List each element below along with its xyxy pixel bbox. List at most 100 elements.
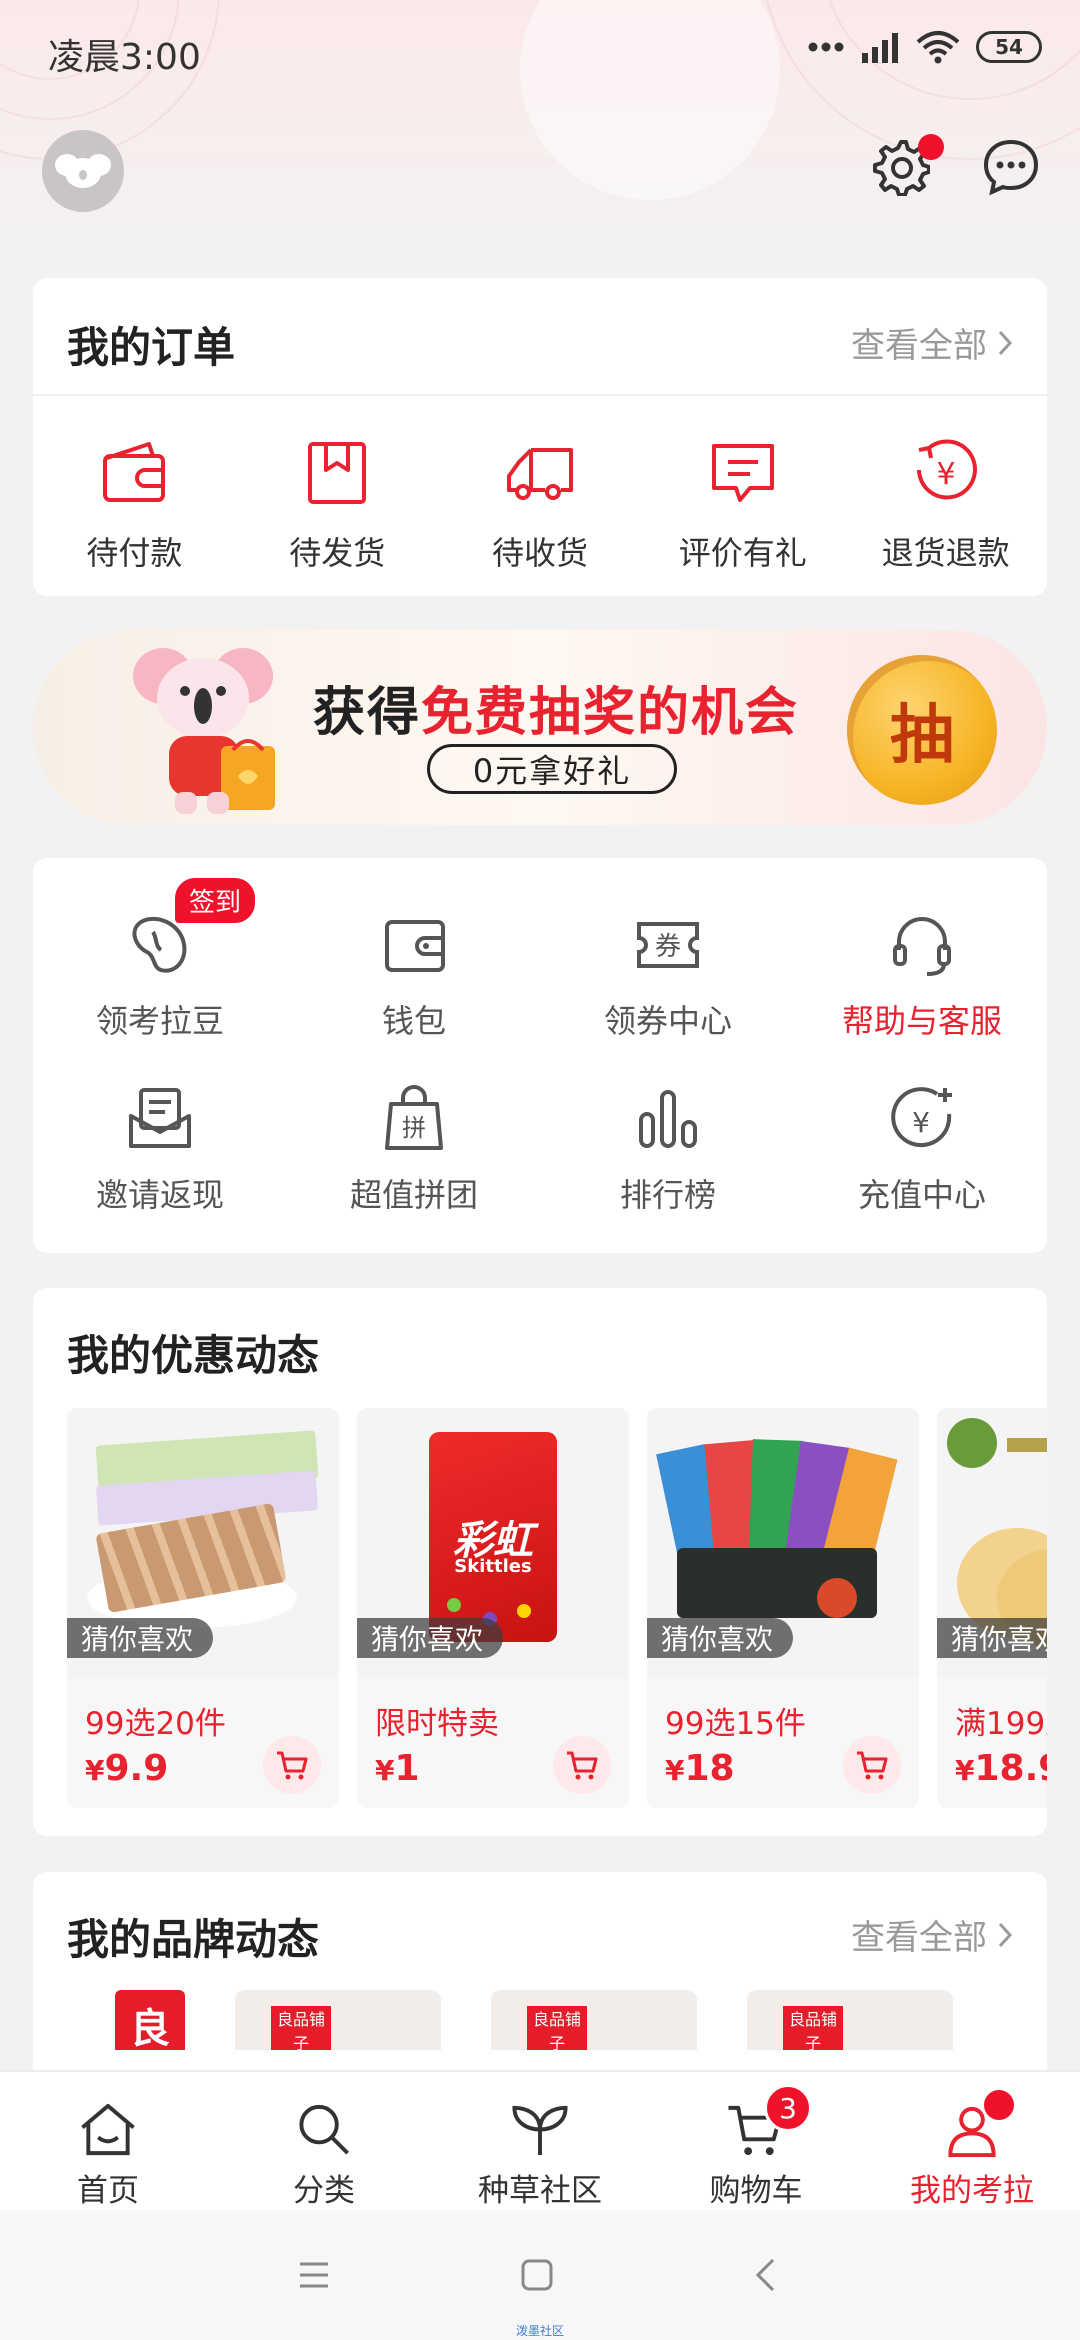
- nav-home-button[interactable]: [512, 2250, 562, 2300]
- order-label: 待发货: [289, 534, 386, 572]
- tab-label: 种草社区: [478, 2173, 602, 2209]
- messages-button[interactable]: [976, 132, 1046, 202]
- service-invite-cashback[interactable]: 邀请返现: [33, 1084, 287, 1216]
- orders-title: 我的订单: [67, 323, 236, 372]
- brand-product-thumb[interactable]: 良品铺子: [747, 1990, 953, 2050]
- tab-home[interactable]: 首页: [0, 2072, 216, 2210]
- service-coupon-center[interactable]: 券 领券中心: [541, 910, 795, 1042]
- wifi-icon: [916, 31, 960, 64]
- menu-icon: [300, 2262, 328, 2288]
- brand-carousel[interactable]: 良 良品铺子 良品铺子 良品铺子: [67, 1990, 1047, 2050]
- service-label: 领考拉豆: [95, 1002, 224, 1040]
- tab-community[interactable]: 种草社区: [432, 2072, 648, 2210]
- comment-icon: [711, 444, 774, 502]
- promo-headline-highlight: 免费抽奖的机会: [421, 683, 800, 743]
- order-label: 待收货: [491, 534, 588, 572]
- search-icon: [299, 2104, 349, 2155]
- deal-card[interactable]: 彩虹 Skittles 猜你喜欢 限时特卖 ¥1: [357, 1408, 629, 1808]
- order-review[interactable]: 评价有礼: [641, 436, 844, 574]
- profile-notification-dot: [984, 2090, 1014, 2120]
- koala-avatar-icon: [55, 154, 111, 188]
- system-navigation-bar: 泼墨社区: [0, 2210, 1080, 2340]
- order-refund[interactable]: ¥ 退货退款: [844, 436, 1047, 574]
- order-to-receive[interactable]: 待收货: [439, 436, 642, 574]
- tab-label: 分类: [293, 2173, 355, 2209]
- divider: [33, 394, 1047, 396]
- brands-view-all-label: 查看全部: [851, 1918, 987, 1958]
- brands-view-all-link[interactable]: 查看全部: [851, 1910, 1013, 1959]
- headset-icon: [893, 917, 951, 976]
- service-label: 充值中心: [857, 1176, 986, 1214]
- guess-you-like-tag: 猜你喜欢: [937, 1618, 1047, 1658]
- deal-card[interactable]: 猜你喜欢 99选20件 ¥9.9: [67, 1408, 339, 1808]
- coupon-icon-text: 券: [655, 932, 681, 962]
- orders-view-all-label: 查看全部: [851, 326, 987, 366]
- guess-you-like-tag: 猜你喜欢: [67, 1618, 214, 1658]
- deal-price-value: 18.9: [974, 1748, 1047, 1789]
- settings-button[interactable]: [866, 132, 944, 202]
- deals-title: 我的优惠动态: [67, 1331, 320, 1380]
- brand-product-thumb[interactable]: 良品铺子: [491, 1990, 697, 2050]
- order-label: 待付款: [86, 534, 183, 572]
- tab-category[interactable]: 分类: [216, 2072, 432, 2210]
- service-help-support[interactable]: 帮助与客服: [795, 910, 1049, 1042]
- deal-price-value: 18: [684, 1748, 735, 1789]
- brand-product-thumb[interactable]: 良品铺子: [235, 1990, 441, 2050]
- chevron-right-icon: [998, 1922, 1013, 1947]
- tab-label: 我的考拉: [910, 2173, 1034, 2209]
- orders-card: 我的订单 查看全部 待付款 待发货 待收货 评价有礼 ¥ 退货退款: [33, 278, 1047, 596]
- cart-icon: [567, 1751, 598, 1780]
- group-bag-icon-text: 拼: [402, 1114, 426, 1142]
- tab-my-kaola[interactable]: 我的考拉: [864, 2072, 1080, 2210]
- deal-card[interactable]: 猜你喜欢 满199减 ¥18.9: [937, 1408, 1047, 1808]
- deal-price: ¥18: [665, 1748, 735, 1789]
- add-to-cart-button[interactable]: [843, 1736, 901, 1794]
- nav-back-button[interactable]: [740, 2250, 790, 2300]
- status-bar: 凌晨3:00 54: [0, 0, 1080, 100]
- deals-card: 我的优惠动态 猜你喜欢 99选20件 ¥9.9 彩虹 Skittles 猜你喜欢…: [33, 1288, 1047, 1836]
- promo-headline-prefix: 获得: [313, 683, 422, 743]
- tab-cart[interactable]: 购物车 3: [648, 2072, 864, 2210]
- avatar[interactable]: [42, 130, 124, 212]
- group-bag-icon: 拼: [385, 1085, 443, 1150]
- deals-carousel[interactable]: 猜你喜欢 99选20件 ¥9.9 彩虹 Skittles 猜你喜欢 限时特卖 ¥…: [67, 1408, 1047, 1808]
- service-wallet[interactable]: 钱包: [287, 910, 541, 1042]
- battery-indicator: 54: [976, 31, 1042, 63]
- service-koala-beans[interactable]: 领考拉豆: [33, 910, 287, 1042]
- order-to-ship[interactable]: 待发货: [236, 436, 439, 574]
- wallet-icon: [103, 442, 166, 502]
- deal-currency: ¥: [955, 1754, 975, 1787]
- package-icon: [308, 442, 367, 504]
- envelope-icon: [129, 1088, 191, 1148]
- deal-price: ¥1: [375, 1748, 420, 1789]
- order-pending-payment[interactable]: 待付款: [33, 436, 236, 574]
- brand-logo[interactable]: 良: [115, 1990, 185, 2050]
- sign-in-badge[interactable]: 签到: [175, 878, 256, 923]
- deal-price-value: 9.9: [104, 1748, 169, 1789]
- deal-price-value: 1: [394, 1748, 420, 1789]
- nav-menu-button[interactable]: [289, 2250, 339, 2300]
- service-recharge[interactable]: ¥ 充值中心: [795, 1084, 1049, 1216]
- lottery-coin-button[interactable]: 抽: [847, 655, 997, 805]
- svg-text:¥: ¥: [912, 1106, 930, 1139]
- tab-label: 购物车: [709, 2173, 803, 2209]
- sprout-icon: [512, 2105, 568, 2156]
- status-icons: 54: [808, 30, 1042, 64]
- orders-view-all-link[interactable]: 查看全部: [851, 318, 1013, 367]
- recharge-icon: ¥: [891, 1087, 952, 1148]
- service-label: 超值拼团: [349, 1176, 478, 1214]
- add-to-cart-button[interactable]: [553, 1736, 611, 1794]
- home-icon: [81, 2103, 135, 2156]
- lottery-promo-banner[interactable]: 获得免费抽奖的机会 0元拿好礼 抽: [33, 630, 1047, 825]
- back-chevron-icon: [755, 2258, 775, 2292]
- orders-row: 待付款 待发货 待收货 评价有礼 ¥ 退货退款: [33, 436, 1047, 574]
- service-group-buy[interactable]: 拼 超值拼团: [287, 1084, 541, 1216]
- service-label: 排行榜: [619, 1176, 716, 1214]
- service-label: 钱包: [381, 1002, 446, 1040]
- service-label: 帮助与客服: [841, 1002, 1002, 1040]
- more-dots-icon: [808, 42, 844, 52]
- add-to-cart-button[interactable]: [263, 1736, 321, 1794]
- deal-card[interactable]: 猜你喜欢 99选15件 ¥18: [647, 1408, 919, 1808]
- service-ranking[interactable]: 排行榜: [541, 1084, 795, 1216]
- promo-headline: 获得免费抽奖的机会: [313, 670, 799, 745]
